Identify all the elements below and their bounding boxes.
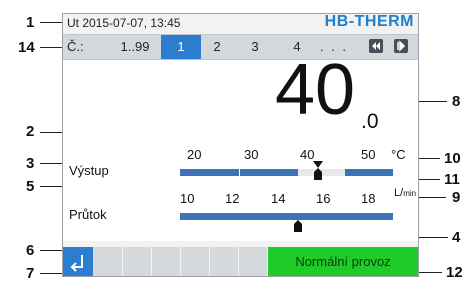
unit-tab-bar: Č.: 1..99 1 2 3 4 . . . <box>63 34 418 60</box>
softkey-slot-3[interactable] <box>152 247 181 276</box>
status-bar: Ut 2015-07-07, 13:45 HB-THERM <box>63 14 418 32</box>
outlet-tick-20: 20 <box>187 147 202 162</box>
next-page-icon[interactable] <box>394 39 408 53</box>
tab-unit-2[interactable]: 2 <box>203 35 231 59</box>
callout-8: 8 <box>452 93 461 110</box>
callout-6: 6 <box>26 242 35 259</box>
callout-14: 14 <box>18 39 35 56</box>
flow-tick-16: 16 <box>316 191 331 206</box>
temperature-decimal: .0 <box>361 110 379 133</box>
outlet-unit: °C <box>391 147 406 162</box>
callout-9-leader <box>418 197 446 198</box>
softkey-slot-4[interactable] <box>181 247 210 276</box>
flow-marker-icon <box>294 220 302 232</box>
outlet-label: Výstup <box>69 163 109 178</box>
callout-10: 10 <box>444 150 461 167</box>
flow-tick-14: 14 <box>271 191 286 206</box>
tab-range[interactable]: 1..99 <box>113 35 157 59</box>
softkey-slot-2[interactable] <box>123 247 152 276</box>
main-display: 40 .0 20 30 40 50 °C Výstup 10 12 14 16 … <box>63 54 418 241</box>
brand-logo: HB-THERM <box>324 13 414 30</box>
bottom-bar: Normální provoz <box>63 247 418 276</box>
controller-screen: Ut 2015-07-07, 13:45 HB-THERM Č.: 1..99 … <box>62 13 419 277</box>
callout-1: 1 <box>26 14 35 31</box>
callout-11: 11 <box>444 171 460 188</box>
callout-3: 3 <box>26 155 35 172</box>
operating-mode-status[interactable]: Normální provoz <box>268 247 418 276</box>
flow-tick-10: 10 <box>180 191 195 206</box>
softkey-slot-6[interactable] <box>239 247 268 276</box>
actual-value-marker-icon <box>314 168 322 180</box>
back-icon <box>70 255 83 272</box>
flow-bar <box>180 213 393 220</box>
softkey-slot-1[interactable] <box>93 247 123 276</box>
softkey-slot-5[interactable] <box>210 247 239 276</box>
callout-5: 5 <box>26 178 35 195</box>
flow-label: Průtok <box>69 207 107 222</box>
outlet-bar-gap <box>239 169 240 176</box>
callout-9: 9 <box>452 189 461 206</box>
temperature-value: 40 <box>275 50 356 130</box>
outlet-bar-high <box>345 169 393 176</box>
tab-unit-1[interactable]: 1 <box>161 35 201 59</box>
callout-4: 4 <box>452 229 461 246</box>
flow-tick-12: 12 <box>225 191 240 206</box>
datetime: Ut 2015-07-07, 13:45 <box>67 16 181 30</box>
callout-2: 2 <box>26 123 35 140</box>
setpoint-marker-icon <box>313 161 323 168</box>
flow-unit: L/min <box>394 188 416 199</box>
back-button[interactable] <box>63 247 93 276</box>
outlet-tick-40: 40 <box>300 147 315 162</box>
outlet-tick-30: 30 <box>244 147 259 162</box>
tab-unit-3[interactable]: 3 <box>241 35 269 59</box>
prev-page-icon[interactable] <box>369 39 383 53</box>
tab-prefix: Č.: <box>67 39 84 54</box>
outlet-tick-50: 50 <box>361 147 376 162</box>
callout-7: 7 <box>26 265 35 282</box>
flow-unit-min: min <box>403 189 417 198</box>
flow-tick-18: 18 <box>361 191 376 206</box>
callout-12: 12 <box>446 264 463 281</box>
